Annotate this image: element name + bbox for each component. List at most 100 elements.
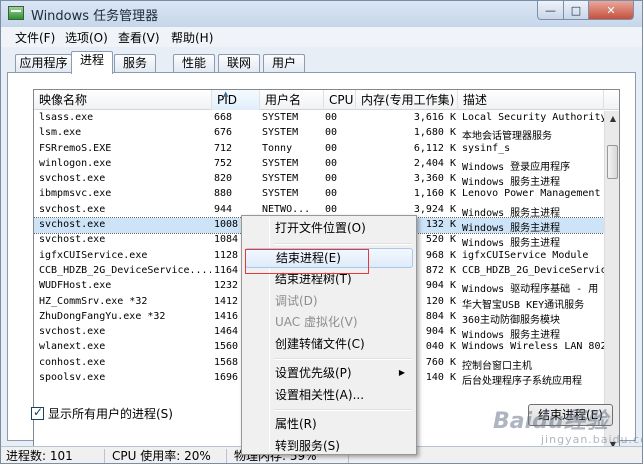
tab-services[interactable]: 服务 bbox=[114, 54, 156, 73]
cell-user-name: SYSTEM bbox=[262, 127, 299, 139]
tab-networking[interactable]: 联网 bbox=[218, 54, 260, 73]
menu-separator bbox=[274, 358, 412, 360]
context-menu-item: UAC 虚拟化(V) bbox=[245, 312, 413, 332]
sort-ascending-icon: ▲ bbox=[223, 90, 229, 98]
table-row[interactable]: ibmpmsvc.exe 880 SYSTEM 00 1,160 K Lenovo Pow… bbox=[34, 187, 604, 202]
cell-description: 华大智宝USB KEY通讯服务 bbox=[462, 299, 585, 311]
cell-pid: 944 bbox=[214, 203, 233, 215]
cell-pid: 880 bbox=[214, 188, 233, 200]
cell-cpu: 00 bbox=[325, 157, 338, 169]
cell-description: Lenovo Power Management bbox=[462, 188, 601, 200]
context-menu-item-label: 打开文件位置(O) bbox=[275, 221, 366, 235]
context-menu-item-label: 创建转储文件(C) bbox=[275, 336, 365, 351]
menu-file[interactable]: 文件(F) bbox=[15, 29, 55, 46]
minimize-button[interactable]: — bbox=[537, 1, 564, 20]
show-all-users-checkbox[interactable] bbox=[31, 405, 44, 420]
context-menu-item[interactable]: 创建转储文件(C) bbox=[245, 334, 413, 354]
cell-description: Local Security Authority bbox=[462, 112, 607, 123]
cell-user-name: SYSTEM bbox=[262, 112, 299, 123]
cell-image-name: HZ_CommSrv.exe *32 bbox=[39, 295, 148, 307]
context-menu-item[interactable]: 打开文件位置(O) bbox=[245, 218, 413, 238]
tab-strip: 应用程序 进程 服务 性能 联网 用户 bbox=[1, 51, 642, 74]
column-description[interactable]: 描述 bbox=[458, 90, 604, 110]
menu-view[interactable]: 查看(V) bbox=[118, 29, 160, 46]
title-bar[interactable]: Windows 任务管理器 — □ ✕ bbox=[1, 1, 642, 27]
cell-image-name: svchost.exe bbox=[39, 326, 106, 338]
status-process-count: 进程数: 101 bbox=[1, 449, 105, 463]
maximize-button[interactable]: □ bbox=[563, 1, 589, 20]
cell-cpu: 00 bbox=[325, 203, 338, 215]
column-cpu[interactable]: CPU bbox=[324, 90, 356, 110]
tab-performance[interactable]: 性能 bbox=[173, 54, 215, 73]
context-menu-item[interactable]: 属性(R) bbox=[245, 414, 413, 434]
column-image-name[interactable]: 映像名称 bbox=[34, 90, 212, 110]
cell-memory: 3,616 K bbox=[413, 112, 456, 123]
table-row[interactable]: svchost.exe 820 SYSTEM 00 3,360 K Windows 服务主… bbox=[34, 172, 604, 188]
context-menu-item: 调试(D) bbox=[245, 291, 413, 311]
cell-user-name: SYSTEM bbox=[262, 173, 299, 185]
tab-processes[interactable]: 进程 bbox=[71, 51, 113, 74]
cell-image-name: igfxCUIService.exe bbox=[39, 249, 148, 261]
cell-description: Windows 服务主进程 bbox=[462, 330, 561, 342]
menu-separator bbox=[274, 242, 412, 245]
context-menu-item[interactable]: 转到服务(S) bbox=[245, 436, 413, 456]
column-user-name[interactable]: 用户名 bbox=[260, 90, 324, 110]
close-button[interactable]: ✕ bbox=[588, 1, 634, 20]
context-menu-item-label: 调试(D) bbox=[275, 293, 318, 308]
cell-user-name: SYSTEM bbox=[262, 157, 299, 169]
cell-image-name: lsm.exe bbox=[39, 127, 82, 139]
context-menu-item-label: 设置优先级(P) bbox=[275, 366, 352, 380]
cell-memory: 2,404 K bbox=[413, 157, 456, 169]
cell-image-name: conhost.exe bbox=[39, 356, 106, 368]
cell-image-name: ibmpmsvc.exe bbox=[39, 188, 112, 200]
cell-description: igfxCUIService Module bbox=[462, 249, 589, 261]
context-menu-item-label: UAC 虚拟化(V) bbox=[275, 315, 358, 329]
cell-user-name: SYSTEM bbox=[262, 188, 299, 200]
table-row[interactable]: winlogon.exe 752 SYSTEM 00 2,404 K Windows 登录… bbox=[34, 157, 604, 173]
cell-memory: 1,160 K bbox=[413, 188, 456, 200]
cell-description: Windows 服务主进程 bbox=[462, 177, 561, 189]
table-row[interactable]: lsass.exe 668 SYSTEM 00 3,616 K Local Securit… bbox=[34, 111, 607, 126]
watermark-brand: Baidu经验 bbox=[493, 409, 608, 434]
scroll-up-icon[interactable]: ▲ bbox=[605, 111, 619, 127]
context-menu-item-label: 转到服务(S) bbox=[275, 438, 340, 453]
cell-description: Windows 服务主进程 bbox=[462, 238, 561, 250]
context-menu-item[interactable]: 设置优先级(P) ▶ bbox=[245, 363, 413, 383]
tab-users[interactable]: 用户 bbox=[263, 54, 305, 73]
cell-image-name: CCB_HDZB_2G_DeviceService.... bbox=[39, 264, 211, 276]
cell-description: 360主动防御服务模块 bbox=[462, 314, 561, 326]
list-header: 映像名称 ▲ PID 用户名 CPU 内存(专用工作集) 描述 bbox=[34, 90, 619, 110]
cell-cpu: 00 bbox=[325, 112, 338, 123]
cell-image-name: ZhuDongFangYu.exe *32 bbox=[39, 310, 166, 322]
submenu-arrow-icon: ▶ bbox=[398, 368, 405, 377]
cell-description: Windows Wireless LAN 802 bbox=[462, 341, 607, 353]
tab-applications[interactable]: 应用程序 bbox=[15, 54, 72, 73]
cell-pid: 668 bbox=[214, 112, 233, 123]
cell-pid: 820 bbox=[214, 173, 233, 185]
cell-description: 本地会话管理器服务 bbox=[462, 131, 552, 143]
watermark: Baidu经验 jingyan.baidu.com bbox=[493, 399, 642, 459]
menu-help[interactable]: 帮助(H) bbox=[171, 29, 213, 46]
cell-cpu: 00 bbox=[325, 127, 338, 139]
scroll-thumb[interactable] bbox=[607, 145, 618, 179]
cell-memory: 3,360 K bbox=[413, 173, 456, 185]
cell-description: Windows 驱动程序基础 - 用 bbox=[462, 284, 599, 296]
cell-cpu: 00 bbox=[325, 188, 338, 200]
context-menu-item[interactable]: 设置相关性(A)... bbox=[245, 385, 413, 405]
table-row[interactable]: FSRremoS.EXE 712 Tonny 00 6,112 K sysinf_s bbox=[34, 142, 604, 157]
menu-options[interactable]: 选项(O) bbox=[65, 29, 108, 46]
cell-image-name: spoolsv.exe bbox=[39, 372, 106, 384]
context-menu-item-label: 结束进程树(T) bbox=[275, 272, 352, 286]
cell-image-name: wlanext.exe bbox=[39, 341, 106, 353]
context-menu-item-label: 设置相关性(A)... bbox=[275, 387, 365, 402]
cell-memory: 1,680 K bbox=[413, 127, 456, 139]
cell-image-name: svchost.exe bbox=[39, 173, 106, 185]
show-all-users-option[interactable]: 显示所有用户的进程(S) bbox=[31, 405, 173, 421]
cell-description: Windows 服务主进程 bbox=[462, 207, 561, 219]
column-memory[interactable]: 内存(专用工作集) bbox=[356, 90, 458, 110]
table-row[interactable]: lsm.exe 676 SYSTEM 00 1,680 K 本地会话管理器服务 bbox=[34, 126, 604, 142]
show-all-users-label: 显示所有用户的进程(S) bbox=[48, 406, 173, 421]
cell-memory: 3,924 K bbox=[413, 203, 456, 215]
column-pid[interactable]: ▲ PID bbox=[212, 90, 260, 110]
highlight-annotation-box bbox=[245, 249, 369, 274]
